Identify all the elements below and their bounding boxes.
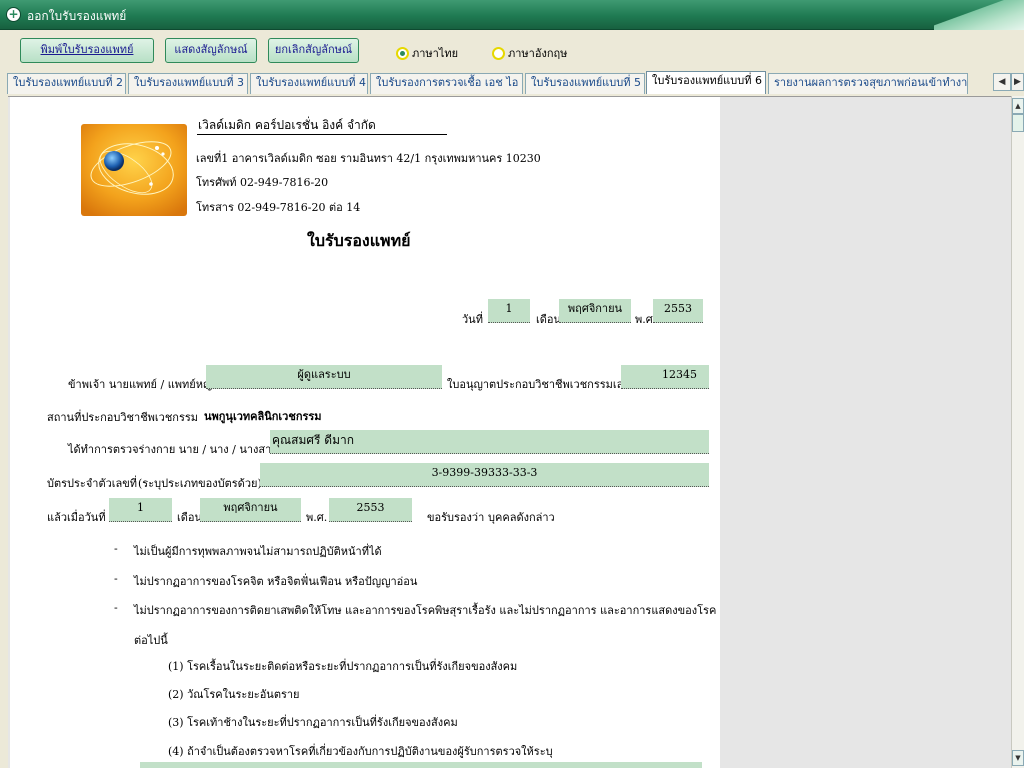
tab-certificate-5[interactable]: ใบรับรองแพทย์แบบที่ 5 bbox=[525, 73, 645, 94]
condition-3: ไม่ปรากฏอาการของการติดยาเสพติดให้โทษ และ… bbox=[134, 604, 717, 617]
tab-certificate-2[interactable]: ใบรับรองแพทย์แบบที่ 2 bbox=[7, 73, 126, 94]
vertical-scrollbar[interactable]: ▲ ▼ bbox=[1011, 96, 1024, 768]
cancel-sign-label: ยกเลิกสัญลักษณ์ bbox=[274, 43, 353, 56]
scroll-thumb[interactable] bbox=[1012, 114, 1024, 132]
company-underline bbox=[197, 134, 447, 135]
exam-label: ได้ทำการตรวจร่างกาย นาย / นาง / นางสาว bbox=[68, 443, 278, 456]
exam-month-label: เดือน bbox=[177, 511, 203, 524]
radio-selected-icon[interactable] bbox=[396, 46, 409, 60]
company-fax: โทรสาร 02-949-7816-20 ต่อ 14 bbox=[196, 201, 361, 214]
certificate-page: เวิลด์เมดิก คอร์ปอเรชั่น อิงค์ จำกัด เลข… bbox=[10, 97, 720, 768]
document-viewport: เวิลด์เมดิก คอร์ปอเรชั่น อิงค์ จำกัด เลข… bbox=[8, 96, 1011, 768]
tab-strip: ใบรับรองแพทย์แบบที่ 2 ใบรับรองแพทย์แบบที… bbox=[0, 70, 1024, 94]
company-phone: โทรศัพท์ 02-949-7816-20 bbox=[196, 176, 329, 189]
bullet-marker: - bbox=[114, 542, 118, 555]
app-plus-icon[interactable]: + bbox=[6, 7, 21, 22]
disease-item-2: (2) วัณโรคในระยะอันตราย bbox=[168, 688, 300, 701]
exam-day-field[interactable]: 1 bbox=[109, 498, 172, 522]
date-month-label: เดือน bbox=[536, 313, 562, 326]
bullet-marker: - bbox=[114, 601, 118, 614]
condition-1: ไม่เป็นผู้มีการทุพพลภาพจนไม่สามารถปฏิบัต… bbox=[134, 545, 382, 558]
tab-certificate-6[interactable]: ใบรับรองแพทย์แบบที่ 6 bbox=[646, 71, 766, 94]
scroll-down-icon[interactable]: ▼ bbox=[1012, 750, 1024, 766]
radio-lang-thai[interactable]: ภาษาไทย bbox=[396, 44, 458, 62]
tab-scroll-left-icon[interactable]: ◀ bbox=[993, 73, 1011, 91]
show-sign-button[interactable]: แสดงสัญลักษณ์ bbox=[165, 38, 257, 63]
disease-item-1: (1) โรคเรื้อนในระยะติดต่อหรือระยะที่ปราก… bbox=[168, 660, 518, 673]
company-name: เวิลด์เมดิก คอร์ปอเรชั่น อิงค์ จำกัด bbox=[198, 118, 376, 132]
tab-certificate-3[interactable]: ใบรับรองแพทย์แบบที่ 3 bbox=[128, 73, 248, 94]
doctor-label: ข้าพเจ้า นายแพทย์ / แพทย์หญิง bbox=[68, 378, 218, 391]
condition-continue: ต่อไปนี้ bbox=[134, 634, 168, 647]
date-year-field[interactable]: 2553 bbox=[653, 299, 703, 323]
radio-unselected-icon[interactable] bbox=[492, 46, 505, 60]
bullet-marker: - bbox=[114, 572, 118, 585]
exam-date-label: แล้วเมื่อวันที่ bbox=[47, 511, 106, 524]
print-certificate-button[interactable]: พิมพ์ใบรับรองแพทย์ bbox=[20, 38, 154, 63]
window-titlebar: + ออกใบรับรองแพทย์ bbox=[0, 0, 1024, 30]
tab-certificate-4[interactable]: ใบรับรองแพทย์แบบที่ 4 bbox=[250, 73, 368, 94]
company-address: เลขที่1 อาคารเวิลด์เมดิก ซอย รามอินทรา 4… bbox=[196, 152, 541, 165]
radio-lang-english[interactable]: ภาษาอังกฤษ bbox=[492, 44, 567, 62]
tab-pre-employment-report[interactable]: รายงานผลการตรวจสุขภาพก่อนเข้าทำงาน bbox=[768, 73, 968, 94]
window-title: ออกใบรับรองแพทย์ bbox=[27, 9, 127, 23]
id-hint: (ระบุประเภทของบัตรด้วย) bbox=[138, 477, 262, 490]
scroll-up-icon[interactable]: ▲ bbox=[1012, 98, 1024, 114]
radio-lang-thai-label: ภาษาไทย bbox=[412, 47, 459, 60]
date-month-field[interactable]: พฤศจิกายน bbox=[559, 299, 631, 323]
id-label: บัตรประจำตัวเลขที่ bbox=[47, 477, 138, 490]
tab-scroll-right-icon[interactable]: ▶ bbox=[1011, 73, 1024, 91]
clinic-label: สถานที่ประกอบวิชาชีพเวชกรรม bbox=[47, 411, 199, 424]
date-day-field[interactable]: 1 bbox=[488, 299, 530, 323]
cancel-sign-button[interactable]: ยกเลิกสัญลักษณ์ bbox=[268, 38, 359, 63]
titlebar-decoration bbox=[934, 0, 1024, 30]
exam-year-field[interactable]: 2553 bbox=[329, 498, 412, 522]
id-number-field[interactable]: 3-9399-39333-33-3 bbox=[260, 463, 709, 487]
patient-name-field[interactable]: คุณสมศรี ดีมาก bbox=[270, 430, 709, 454]
print-certificate-label: พิมพ์ใบรับรองแพทย์ bbox=[40, 43, 134, 56]
exam-month-field[interactable]: พฤศจิกายน bbox=[200, 498, 301, 522]
radio-lang-english-label: ภาษาอังกฤษ bbox=[508, 47, 568, 60]
license-number-field[interactable]: 12345 bbox=[621, 365, 709, 389]
date-day-label: วันที่ bbox=[462, 313, 483, 326]
tab-hiv-certificate[interactable]: ใบรับรองการตรวจเชื้อ เอช ไอ วี bbox=[370, 73, 523, 94]
show-sign-label: แสดงสัญลักษณ์ bbox=[174, 43, 248, 56]
page-title: ใบรับรองแพทย์ bbox=[307, 231, 411, 250]
clinic-name: นพกูนุเวทคลินิกเวชกรรม bbox=[204, 410, 322, 423]
condition-2: ไม่ปรากฏอาการของโรคจิต หรือจิตฟั่นเฟือน … bbox=[134, 575, 418, 588]
exam-year-label: พ.ศ. bbox=[306, 511, 328, 524]
license-label: ใบอนุญาตประกอบวิชาชีพเวชกรรมเลขที่ bbox=[447, 378, 639, 391]
certify-label: ขอรับรองว่า bbox=[427, 511, 485, 524]
other-disease-field[interactable] bbox=[140, 762, 702, 768]
doctor-name-field[interactable]: ผู้ดูแลระบบ bbox=[206, 365, 442, 389]
disease-item-4: (4) ถ้าจำเป็นต้องตรวจหาโรคที่เกี่ยวข้องก… bbox=[168, 745, 553, 758]
toolbar: พิมพ์ใบรับรองแพทย์ แสดงสัญลักษณ์ ยกเลิกส… bbox=[0, 30, 1024, 70]
company-logo bbox=[81, 124, 187, 216]
person-label: บุคคลดังกล่าว bbox=[488, 511, 555, 524]
disease-item-3: (3) โรคเท้าช้างในระยะที่ปรากฏอาการเป็นที… bbox=[168, 716, 458, 729]
